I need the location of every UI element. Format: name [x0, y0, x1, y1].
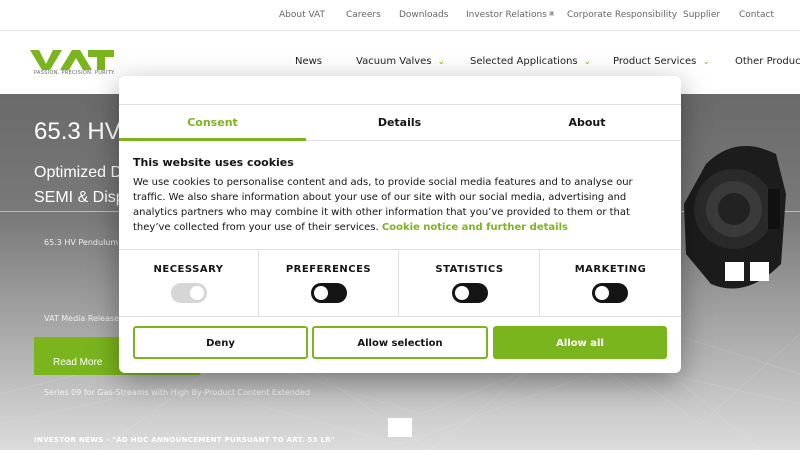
marketing-toggle[interactable]	[592, 283, 628, 303]
consent-categories: NECESSARY PREFERENCES STATISTICS MARKETI…	[119, 249, 681, 317]
tab-consent[interactable]: Consent	[119, 105, 306, 141]
consent-tabs: Consent Details About	[119, 104, 681, 141]
category-statistics: STATISTICS	[400, 250, 540, 317]
deny-button[interactable]: Deny	[133, 326, 308, 359]
tab-about[interactable]: About	[493, 105, 681, 141]
category-preferences: PREFERENCES	[259, 250, 399, 317]
category-label: PREFERENCES	[285, 264, 372, 275]
allow-all-button[interactable]: Allow all	[493, 326, 667, 359]
necessary-toggle	[171, 283, 207, 303]
statistics-toggle[interactable]	[452, 283, 488, 303]
category-marketing: MARKETING	[540, 250, 681, 317]
category-label: MARKETING	[574, 264, 647, 275]
dialog-title: This website uses cookies	[133, 156, 294, 169]
preferences-toggle[interactable]	[311, 283, 347, 303]
cookie-consent-dialog: Consent Details About This website uses …	[119, 76, 681, 373]
category-necessary: NECESSARY	[119, 250, 259, 317]
dialog-body: We use cookies to personalise content an…	[133, 175, 653, 235]
cookie-notice-link[interactable]: Cookie notice and further details	[382, 222, 568, 233]
allow-selection-button[interactable]: Allow selection	[312, 326, 488, 359]
category-label: STATISTICS	[435, 264, 504, 275]
category-label: NECESSARY	[153, 264, 224, 275]
tab-details[interactable]: Details	[306, 105, 493, 141]
